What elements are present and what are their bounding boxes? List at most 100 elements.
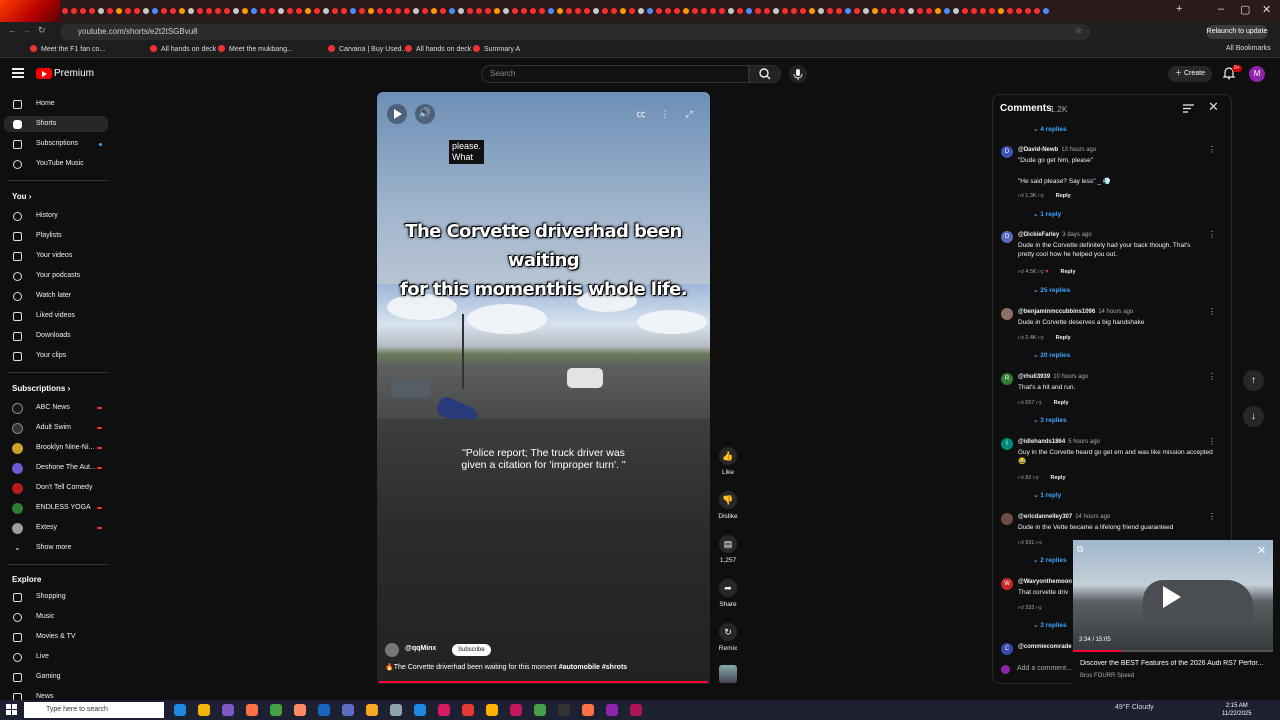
- tab-favicon[interactable]: [881, 8, 887, 14]
- tab-favicon[interactable]: [413, 8, 419, 14]
- commenter-avatar[interactable]: C: [1001, 643, 1013, 655]
- folder-icon[interactable]: [366, 704, 378, 716]
- tab-favicon[interactable]: [1007, 8, 1013, 14]
- reply-button[interactable]: Reply: [1056, 335, 1071, 341]
- commenter-avatar[interactable]: W: [1001, 578, 1013, 590]
- tab-favicon[interactable]: [863, 8, 869, 14]
- search-input[interactable]: Search: [481, 65, 749, 83]
- tab-favicon[interactable]: [827, 8, 833, 14]
- app-icon[interactable]: [534, 704, 546, 716]
- tab-favicon[interactable]: [593, 8, 599, 14]
- channel-avatar[interactable]: [385, 643, 399, 657]
- comment-more-icon[interactable]: ⋮: [1208, 307, 1216, 316]
- tab-favicon[interactable]: [611, 8, 617, 14]
- tab-favicon[interactable]: [1016, 8, 1022, 14]
- more-options-icon[interactable]: ⋮: [655, 104, 675, 124]
- tab-favicon[interactable]: [242, 8, 248, 14]
- tab-favicon[interactable]: [1043, 8, 1049, 14]
- tab-favicon[interactable]: [215, 8, 221, 14]
- all-bookmarks[interactable]: All Bookmarks: [1226, 45, 1271, 52]
- tab-favicon[interactable]: [530, 8, 536, 14]
- reload-icon[interactable]: ↻: [38, 25, 46, 36]
- view-replies-link[interactable]: ⌄ 1 reply: [1033, 210, 1061, 218]
- tab-favicon[interactable]: [161, 8, 167, 14]
- bookmark-item[interactable]: Meet the mukbang...: [218, 45, 293, 53]
- close-icon[interactable]: ✕: [1257, 544, 1266, 557]
- view-replies-link[interactable]: ⌄ 20 replies: [1033, 351, 1070, 359]
- tab-favicon[interactable]: [62, 8, 68, 14]
- tab-favicon[interactable]: [953, 8, 959, 14]
- hashtags[interactable]: #automobile #shrots: [559, 664, 627, 671]
- tab-favicon[interactable]: [152, 8, 158, 14]
- tab-favicon[interactable]: [935, 8, 941, 14]
- tab-favicon[interactable]: [701, 8, 707, 14]
- account-avatar[interactable]: M: [1249, 66, 1265, 82]
- tab-favicon[interactable]: [512, 8, 518, 14]
- comment-more-icon[interactable]: ⋮: [1208, 437, 1216, 446]
- tab-favicon[interactable]: [800, 8, 806, 14]
- thumb-down-icon[interactable]: 👎︎: [1036, 400, 1042, 406]
- voice-search-button[interactable]: [789, 65, 807, 83]
- tab-favicon[interactable]: [350, 8, 356, 14]
- tab-favicon[interactable]: [872, 8, 878, 14]
- thumb-up-icon[interactable]: 👍︎: [1018, 269, 1024, 275]
- tab-favicon[interactable]: [521, 8, 527, 14]
- view-replies-link[interactable]: ⌄ 2 replies: [1033, 556, 1067, 564]
- sidebar-item-movies-tv[interactable]: Movies & TV: [4, 629, 108, 645]
- sidebar-item-shopping[interactable]: Shopping: [4, 589, 108, 605]
- tab-favicon[interactable]: [629, 8, 635, 14]
- tab-favicon[interactable]: [944, 8, 950, 14]
- thumb-down-icon[interactable]: 👎︎: [1036, 605, 1042, 611]
- hamburger-menu-icon[interactable]: [12, 68, 24, 78]
- reply-button[interactable]: Reply: [1054, 400, 1069, 406]
- sidebar-sub-brooklyn-nine-nine[interactable]: Brooklyn Nine-Ni...: [4, 440, 108, 456]
- tab-favicon[interactable]: [485, 8, 491, 14]
- thumb-up-icon[interactable]: 👍︎: [1018, 475, 1024, 481]
- app-icon[interactable]: [606, 704, 618, 716]
- tab-favicon[interactable]: [926, 8, 932, 14]
- view-replies-link[interactable]: ⌄ 3 replies: [1033, 621, 1067, 629]
- youtube-logo-icon[interactable]: [36, 68, 52, 79]
- you-section-title[interactable]: You ›: [12, 192, 31, 201]
- app-icon[interactable]: [270, 704, 282, 716]
- sidebar-sub-dont-tell-comedy[interactable]: Don't Tell Comedy: [4, 480, 108, 496]
- tab-favicon[interactable]: [206, 8, 212, 14]
- sort-icon[interactable]: [1183, 104, 1194, 113]
- commenter-avatar[interactable]: D: [1001, 231, 1013, 243]
- search-button[interactable]: [749, 65, 781, 83]
- tab-favicon[interactable]: [440, 8, 446, 14]
- tab-favicon[interactable]: [890, 8, 896, 14]
- sidebar-item-music[interactable]: Music: [4, 609, 108, 625]
- tab-favicon[interactable]: [386, 8, 392, 14]
- tab-favicon[interactable]: [989, 8, 995, 14]
- comment-author[interactable]: @David-Newb 13 hours ago: [1018, 147, 1096, 153]
- tab-favicon[interactable]: [395, 8, 401, 14]
- comment-author[interactable]: @rhull3939 10 hours ago: [1018, 374, 1088, 380]
- tab-favicon[interactable]: [548, 8, 554, 14]
- tab-favicon[interactable]: [89, 8, 95, 14]
- tab-favicon[interactable]: [431, 8, 437, 14]
- comment-more-icon[interactable]: ⋮: [1208, 512, 1216, 521]
- tab-favicon[interactable]: [98, 8, 104, 14]
- tab-favicon[interactable]: [359, 8, 365, 14]
- tab-favicon[interactable]: [503, 8, 509, 14]
- sidebar-item-history[interactable]: History: [4, 208, 108, 224]
- premium-brand[interactable]: Premium: [54, 68, 94, 79]
- sidebar-item-your-videos[interactable]: Your videos: [4, 248, 108, 264]
- thumb-up-icon[interactable]: 👍︎: [1018, 335, 1024, 341]
- commenter-avatar[interactable]: [1001, 513, 1013, 525]
- tab-favicon[interactable]: [179, 8, 185, 14]
- sidebar-item-gaming[interactable]: Gaming: [4, 669, 108, 685]
- tab-favicon[interactable]: [971, 8, 977, 14]
- create-button[interactable]: ＋ Create: [1168, 66, 1212, 82]
- closed-captions-icon[interactable]: ㏄: [631, 104, 651, 124]
- thumb-down-icon[interactable]: 👎︎: [1038, 269, 1044, 275]
- tab-favicon[interactable]: [377, 8, 383, 14]
- tab-favicon[interactable]: [458, 8, 464, 14]
- app-icon[interactable]: [342, 704, 354, 716]
- sound-thumbnail[interactable]: [719, 665, 737, 683]
- comments-button[interactable]: ▤ 1,257: [716, 535, 740, 564]
- tab-favicon[interactable]: [746, 8, 752, 14]
- tab-favicon[interactable]: [323, 8, 329, 14]
- app-icon[interactable]: [630, 704, 642, 716]
